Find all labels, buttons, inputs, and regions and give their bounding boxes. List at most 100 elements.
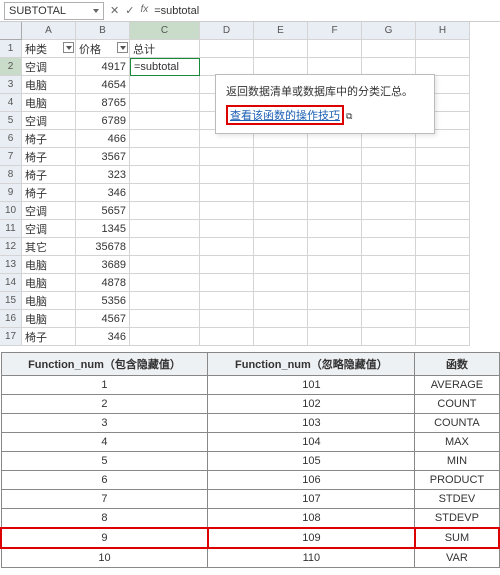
cell[interactable]: 空调: [22, 202, 76, 220]
cell[interactable]: [362, 274, 416, 292]
cell[interactable]: 346: [76, 184, 130, 202]
cell[interactable]: [308, 202, 362, 220]
cell[interactable]: [362, 310, 416, 328]
cell[interactable]: [254, 292, 308, 310]
cell[interactable]: [130, 112, 200, 130]
cell[interactable]: [308, 220, 362, 238]
cell[interactable]: [308, 310, 362, 328]
cell[interactable]: 1345: [76, 220, 130, 238]
cell[interactable]: [130, 292, 200, 310]
cell[interactable]: [416, 166, 470, 184]
row-header[interactable]: 13: [0, 256, 22, 274]
cell[interactable]: [200, 238, 254, 256]
col-header-D[interactable]: D: [200, 22, 254, 40]
cell[interactable]: [254, 166, 308, 184]
cell[interactable]: 电脑: [22, 274, 76, 292]
cell[interactable]: [416, 148, 470, 166]
row-header[interactable]: 6: [0, 130, 22, 148]
cell[interactable]: [308, 292, 362, 310]
cell[interactable]: 4878: [76, 274, 130, 292]
row-header[interactable]: 12: [0, 238, 22, 256]
filter-icon[interactable]: [117, 42, 128, 53]
tooltip-help-link[interactable]: 查看该函数的操作技巧: [226, 105, 344, 125]
cell[interactable]: [200, 274, 254, 292]
cell[interactable]: [200, 256, 254, 274]
cell[interactable]: [200, 220, 254, 238]
cell[interactable]: [362, 328, 416, 346]
cell[interactable]: 椅子: [22, 166, 76, 184]
cell[interactable]: [200, 184, 254, 202]
cell[interactable]: [200, 310, 254, 328]
cell[interactable]: [362, 166, 416, 184]
row-header[interactable]: 10: [0, 202, 22, 220]
cell[interactable]: [130, 256, 200, 274]
cell[interactable]: [416, 202, 470, 220]
cell[interactable]: [130, 238, 200, 256]
cell[interactable]: [130, 184, 200, 202]
confirm-icon[interactable]: ✓: [125, 4, 134, 17]
cell[interactable]: 椅子: [22, 130, 76, 148]
cell[interactable]: [130, 328, 200, 346]
cancel-icon[interactable]: ✕: [110, 4, 119, 17]
col-header-B[interactable]: B: [76, 22, 130, 40]
row-header[interactable]: 5: [0, 112, 22, 130]
cell[interactable]: 电脑: [22, 310, 76, 328]
cell[interactable]: [200, 166, 254, 184]
cell[interactable]: [362, 40, 416, 58]
formula-input[interactable]: =subtotal: [154, 5, 496, 17]
cell[interactable]: [130, 148, 200, 166]
col-header-H[interactable]: H: [416, 22, 470, 40]
cell[interactable]: [130, 94, 200, 112]
spreadsheet-grid[interactable]: A B C D E F G H 1 种类 价格 总计 2空调4917=subto…: [0, 22, 500, 346]
row-header[interactable]: 7: [0, 148, 22, 166]
cell[interactable]: [200, 40, 254, 58]
cell[interactable]: 椅子: [22, 328, 76, 346]
cell[interactable]: 466: [76, 130, 130, 148]
fx-icon[interactable]: fx: [140, 4, 148, 17]
row-header[interactable]: 17: [0, 328, 22, 346]
cell[interactable]: [362, 184, 416, 202]
cell[interactable]: [416, 292, 470, 310]
cell[interactable]: [254, 148, 308, 166]
row-header[interactable]: 11: [0, 220, 22, 238]
cell[interactable]: 价格: [76, 40, 130, 58]
cell[interactable]: [308, 166, 362, 184]
cell[interactable]: [308, 274, 362, 292]
cell[interactable]: [362, 238, 416, 256]
cell[interactable]: 其它: [22, 238, 76, 256]
chevron-down-icon[interactable]: [93, 9, 99, 13]
cell[interactable]: 空调: [22, 58, 76, 76]
cell[interactable]: [416, 220, 470, 238]
cell[interactable]: 空调: [22, 112, 76, 130]
col-header-A[interactable]: A: [22, 22, 76, 40]
cell[interactable]: [254, 328, 308, 346]
filter-icon[interactable]: [63, 42, 74, 53]
cell[interactable]: [130, 166, 200, 184]
row-header[interactable]: 3: [0, 76, 22, 94]
cell[interactable]: [308, 148, 362, 166]
cell[interactable]: [130, 202, 200, 220]
cell[interactable]: [254, 40, 308, 58]
cell[interactable]: [416, 256, 470, 274]
cell[interactable]: 35678: [76, 238, 130, 256]
cell[interactable]: [362, 148, 416, 166]
cell[interactable]: 种类: [22, 40, 76, 58]
cell[interactable]: [416, 274, 470, 292]
cell[interactable]: 5657: [76, 202, 130, 220]
row-header[interactable]: 1: [0, 40, 22, 58]
col-header-F[interactable]: F: [308, 22, 362, 40]
col-header-G[interactable]: G: [362, 22, 416, 40]
cell[interactable]: [130, 274, 200, 292]
row-header[interactable]: 8: [0, 166, 22, 184]
row-header[interactable]: 9: [0, 184, 22, 202]
cell[interactable]: 4654: [76, 76, 130, 94]
row-header[interactable]: 2: [0, 58, 22, 76]
cell[interactable]: [308, 184, 362, 202]
cell[interactable]: [130, 130, 200, 148]
name-box[interactable]: SUBTOTAL: [4, 2, 104, 20]
cell[interactable]: [308, 238, 362, 256]
cell[interactable]: 346: [76, 328, 130, 346]
cell[interactable]: 8765: [76, 94, 130, 112]
cell[interactable]: [200, 328, 254, 346]
cell[interactable]: [416, 310, 470, 328]
